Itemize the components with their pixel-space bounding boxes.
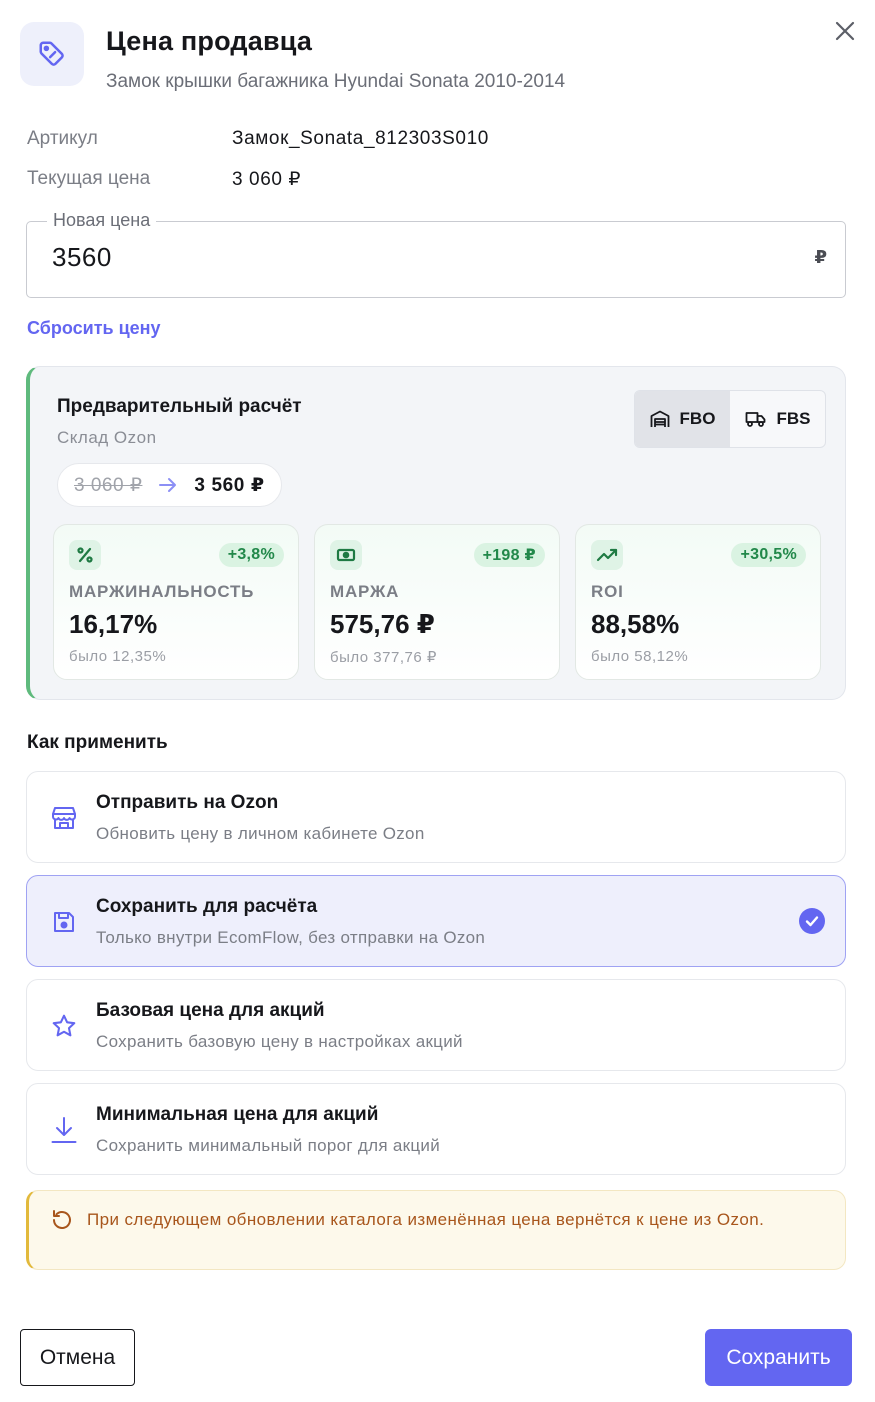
- apply-heading: Как применить: [27, 732, 168, 753]
- warning-text: При следующем обновлении каталога изменё…: [87, 1210, 765, 1229]
- cancel-button[interactable]: Отмена: [20, 1329, 135, 1386]
- mode-fbs-label: FBS: [776, 409, 811, 428]
- arrow-right-icon: [159, 478, 177, 492]
- fulfillment-toggle: FBO FBS: [634, 390, 826, 448]
- warehouse-icon: [650, 410, 669, 427]
- option-icon: [49, 907, 79, 937]
- option-title: Базовая цена для акций: [96, 1000, 325, 1021]
- new-price-input[interactable]: [52, 242, 752, 273]
- option-icon: [49, 803, 79, 833]
- calculation-title: Предварительный расчёт: [57, 396, 302, 417]
- option-icon: [49, 1011, 79, 1041]
- mode-fbo-button[interactable]: FBO: [635, 391, 730, 447]
- option-save-for-calculation[interactable]: Сохранить для расчёта Только внутри Ecom…: [26, 875, 846, 967]
- header-icon-box: [20, 22, 84, 86]
- download-icon: [51, 1117, 77, 1143]
- current-price-value: 3 060 ₽: [232, 169, 302, 190]
- close-button[interactable]: [830, 16, 860, 46]
- price-change-pill: 3 060 ₽ 3 560 ₽: [57, 463, 282, 507]
- percent-icon: [77, 547, 93, 563]
- new-price: 3 560 ₽: [194, 474, 265, 496]
- old-price: 3 060 ₽: [74, 474, 143, 496]
- trending-up-icon: [596, 548, 618, 562]
- metric-label: МАРЖИНАЛЬНОСТЬ: [69, 582, 255, 601]
- article-label: Артикул: [27, 128, 98, 149]
- metric-icon-box: [69, 540, 101, 570]
- option-min-promo-price[interactable]: Минимальная цена для акций Сохранить мин…: [26, 1083, 846, 1175]
- current-price-label: Текущая цена: [27, 168, 151, 189]
- metric-value: 575,76 ₽: [330, 609, 435, 639]
- metric-card-margin: +198 ₽ МАРЖА 575,76 ₽ было 377,76 ₽: [314, 524, 560, 680]
- store-icon: [52, 807, 76, 829]
- page-title: Цена продавца: [106, 26, 313, 56]
- option-title: Сохранить для расчёта: [96, 896, 318, 917]
- option-subtitle: Обновить цену в личном кабинете Ozon: [96, 824, 425, 843]
- article-value: Замок_Sonata_812303S010: [232, 128, 489, 149]
- banknote-icon: [336, 548, 356, 562]
- close-icon: [835, 21, 855, 41]
- option-icon: [49, 1115, 79, 1145]
- option-title: Отправить на Ozon: [96, 792, 279, 813]
- product-name: Замок крышки багажника Hyundai Sonata 20…: [106, 71, 566, 92]
- metric-icon-box: [591, 540, 623, 570]
- warning-banner: При следующем обновлении каталога изменё…: [26, 1190, 846, 1270]
- metric-delta: +198 ₽: [473, 543, 545, 567]
- save-icon: [54, 912, 74, 932]
- option-title: Минимальная цена для акций: [96, 1104, 379, 1125]
- calculation-card: Предварительный расчёт Склад Ozon FBO FB…: [26, 366, 846, 700]
- star-icon: [52, 1014, 76, 1037]
- refresh-icon: [53, 1210, 71, 1229]
- save-button[interactable]: Сохранить: [705, 1329, 852, 1386]
- new-price-field: Новая цена ₽: [26, 210, 846, 298]
- metric-icon-box: [330, 540, 362, 570]
- calculation-subtitle: Склад Ozon: [57, 428, 157, 447]
- price-tag-icon: [39, 41, 64, 66]
- reset-price-link[interactable]: Сбросить цену: [27, 318, 161, 339]
- metric-previous: было 12,35%: [69, 648, 167, 665]
- metric-value: 16,17%: [69, 609, 158, 639]
- mode-fbo-label: FBO: [679, 409, 716, 428]
- new-price-label: Новая цена: [47, 210, 157, 231]
- metric-previous: было 377,76 ₽: [330, 649, 437, 666]
- metric-label: МАРЖА: [330, 582, 400, 601]
- option-subtitle: Сохранить базовую цену в настройках акци…: [96, 1032, 463, 1051]
- metric-card-margin-percent: +3,8% МАРЖИНАЛЬНОСТЬ 16,17% было 12,35%: [53, 524, 299, 680]
- metric-card-roi: +30,5% ROI 88,58% было 58,12%: [575, 524, 821, 680]
- metric-delta: +30,5%: [731, 543, 806, 567]
- option-send-to-ozon[interactable]: Отправить на Ozon Обновить цену в личном…: [26, 771, 846, 863]
- selected-check-icon: [799, 908, 825, 934]
- option-subtitle: Только внутри EcomFlow, без отправки на …: [96, 928, 486, 947]
- truck-icon: [745, 412, 765, 427]
- metric-value: 88,58%: [591, 609, 680, 639]
- currency-symbol: ₽: [814, 247, 827, 267]
- mode-fbs-button[interactable]: FBS: [730, 391, 825, 447]
- metric-delta: +3,8%: [218, 543, 284, 567]
- metric-previous: было 58,12%: [591, 648, 689, 665]
- option-subtitle: Сохранить минимальный порог для акций: [96, 1136, 440, 1155]
- option-base-promo-price[interactable]: Базовая цена для акций Сохранить базовую…: [26, 979, 846, 1071]
- metric-label: ROI: [591, 582, 624, 601]
